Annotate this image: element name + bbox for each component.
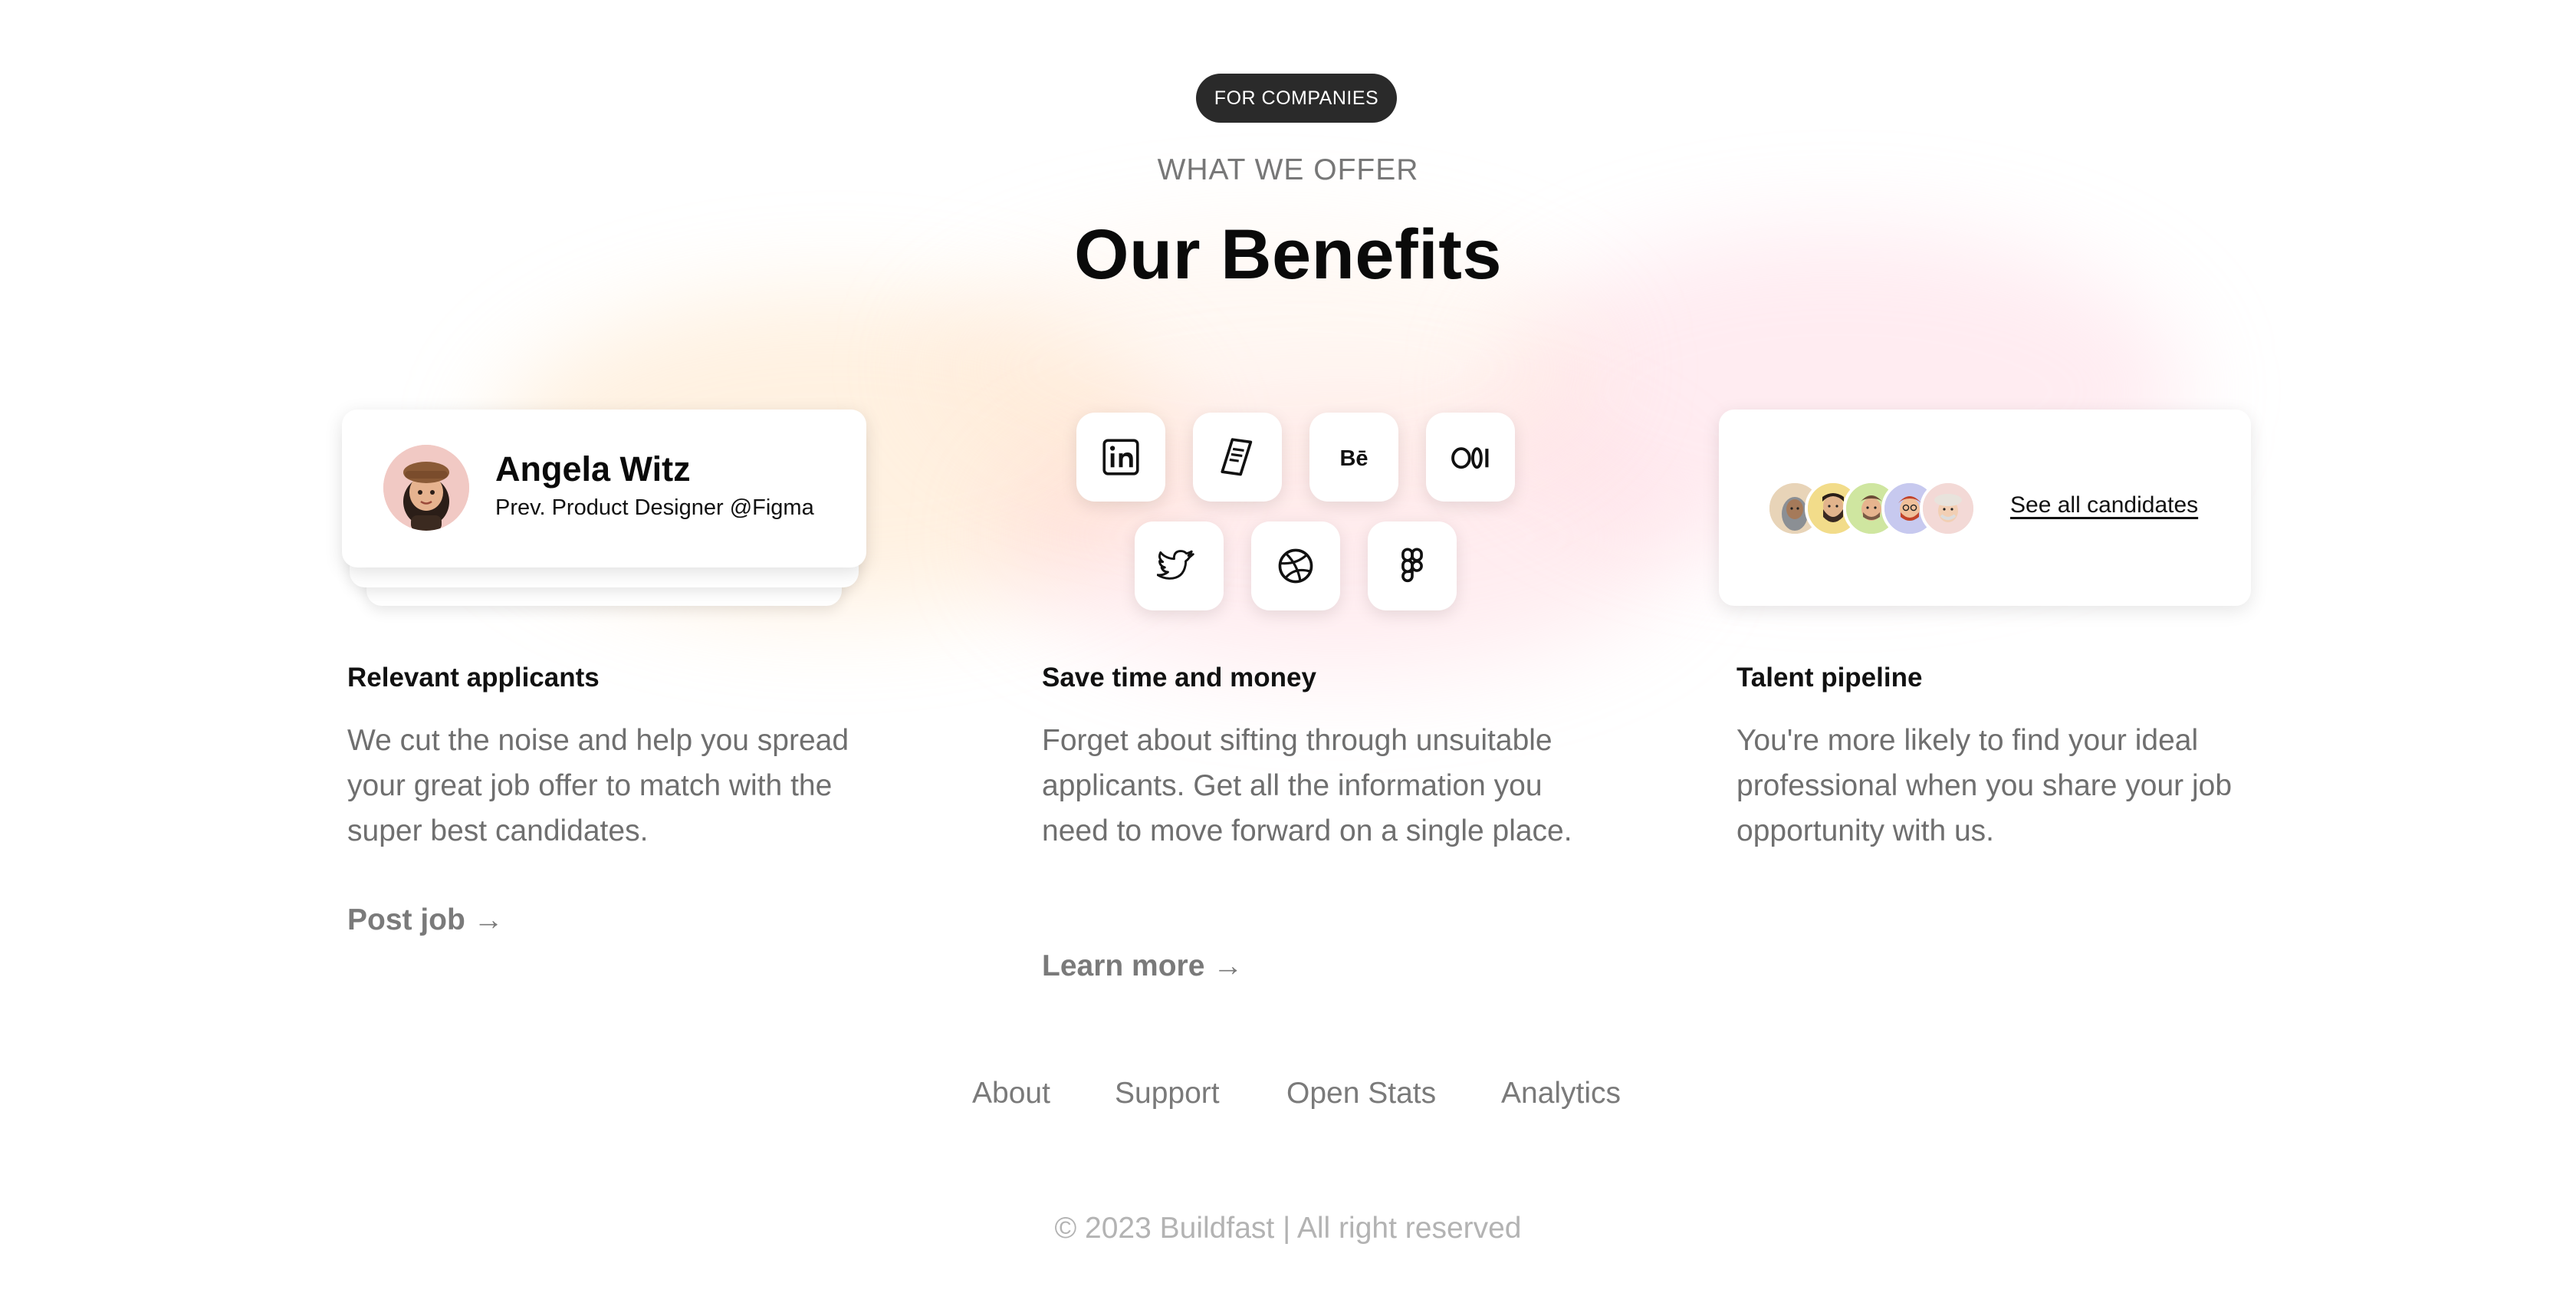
profile-name: Angela Witz — [495, 449, 691, 489]
dribbble-icon[interactable] — [1251, 521, 1340, 610]
svg-text:Bē: Bē — [1339, 446, 1368, 471]
benefits-page: FOR COMPANIES WHAT WE OFFER Our Benefits… — [0, 0, 2576, 1316]
for-companies-badge: FOR COMPANIES — [1196, 74, 1397, 123]
profile-role: Prev. Product Designer @Figma — [495, 495, 814, 520]
benefit-description: We cut the noise and help you spread you… — [347, 724, 849, 847]
benefit-description: You're more likely to find your ideal pr… — [1737, 724, 2233, 847]
benefit-title: Save time and money — [1042, 663, 1316, 693]
avatar — [383, 445, 469, 531]
copyright: © 2023 Buildfast | All right reserved — [1054, 1212, 1522, 1245]
section-eyebrow: WHAT WE OFFER — [1157, 153, 1419, 186]
medium-icon[interactable] — [1426, 413, 1515, 502]
document-icon[interactable] — [1193, 413, 1282, 502]
candidate-avatar — [1920, 480, 1976, 537]
candidates-card: See all candidates — [1719, 410, 2251, 606]
footer-link-open-stats[interactable]: Open Stats — [1286, 1077, 1436, 1110]
see-all-candidates-link[interactable]: See all candidates — [2010, 492, 2198, 518]
benefit-title: Talent pipeline — [1737, 663, 1923, 693]
linkedin-icon[interactable] — [1076, 413, 1165, 502]
benefit-description: Forget about sifting through unsuitable … — [1042, 724, 1572, 847]
applicant-profile-card: Angela Witz Prev. Product Designer @Figm… — [342, 410, 866, 568]
footer-link-support[interactable]: Support — [1115, 1077, 1220, 1110]
post-job-link[interactable]: Post job → — [347, 903, 504, 937]
footer-link-analytics[interactable]: Analytics — [1501, 1077, 1621, 1110]
section-heading: Our Benefits — [1073, 215, 1503, 294]
behance-icon[interactable]: Bē — [1309, 413, 1398, 502]
learn-more-link[interactable]: Learn more → — [1042, 949, 1243, 983]
twitter-icon[interactable] — [1135, 521, 1224, 610]
figma-icon[interactable] — [1368, 521, 1457, 610]
benefit-title: Relevant applicants — [347, 663, 600, 693]
footer-link-about[interactable]: About — [972, 1077, 1050, 1110]
